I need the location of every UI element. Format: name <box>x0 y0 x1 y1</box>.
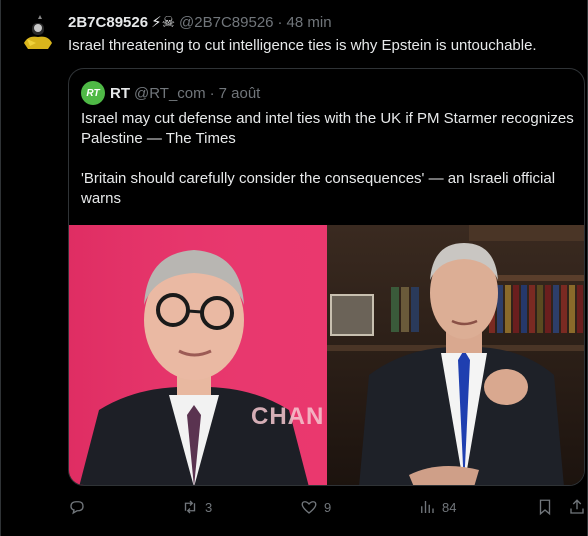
post-header: 2B7C89526 ⚡☠ @2B7C89526 · 48 min <box>68 13 332 33</box>
action-bar: 3 9 84 <box>68 497 585 517</box>
like-button[interactable]: 9 <box>300 497 331 517</box>
share-button[interactable] <box>568 497 586 517</box>
quoted-paragraph-2: 'Britain should carefully consider the c… <box>81 170 556 207</box>
repost-icon <box>184 500 196 514</box>
views-icon <box>421 501 434 513</box>
photo-composite <box>69 225 584 485</box>
avatar-character-icon <box>18 13 58 53</box>
quoted-display-name[interactable]: RT <box>110 85 130 102</box>
views-count: 84 <box>442 499 457 515</box>
like-count: 9 <box>324 499 332 515</box>
reply-button[interactable] <box>68 497 92 517</box>
bookmark-button[interactable] <box>536 497 554 517</box>
repost-button[interactable]: 3 <box>181 497 212 517</box>
bookmark-icon <box>539 499 551 516</box>
separator-dot: · <box>209 84 215 102</box>
quoted-post-text: Israel may cut defense and intel ties wi… <box>81 109 576 209</box>
image-sign-text: CHAN <box>251 403 325 430</box>
quoted-post-header: RT RT @RT_com · 7 août <box>81 81 260 105</box>
post-timestamp[interactable]: 48 min <box>287 13 332 33</box>
user-handle[interactable]: @2B7C89526 <box>179 13 273 33</box>
badge-emojis: ⚡☠ <box>151 14 176 31</box>
separator-dot: · <box>277 14 283 31</box>
quoted-handle[interactable]: @RT_com <box>134 85 206 102</box>
share-icon <box>570 499 584 514</box>
post-text: Israel threatening to cut intelligence t… <box>68 37 537 54</box>
avatar[interactable] <box>18 13 58 53</box>
tweet-card[interactable]: 2B7C89526 ⚡☠ @2B7C89526 · 48 min Israel … <box>0 0 588 536</box>
views-button[interactable]: 84 <box>418 497 456 517</box>
reply-icon <box>70 501 84 515</box>
repost-count: 3 <box>205 499 213 515</box>
display-name[interactable]: 2B7C89526 <box>68 13 148 33</box>
rt-avatar[interactable]: RT <box>81 81 105 105</box>
quoted-post[interactable]: RT RT @RT_com · 7 août Israel may cut de… <box>68 68 585 486</box>
quoted-media-image[interactable]: CHAN <box>69 225 584 485</box>
heart-icon <box>301 501 317 514</box>
quoted-timestamp[interactable]: 7 août <box>219 85 261 102</box>
quoted-paragraph-1: Israel may cut defense and intel ties wi… <box>81 110 574 147</box>
